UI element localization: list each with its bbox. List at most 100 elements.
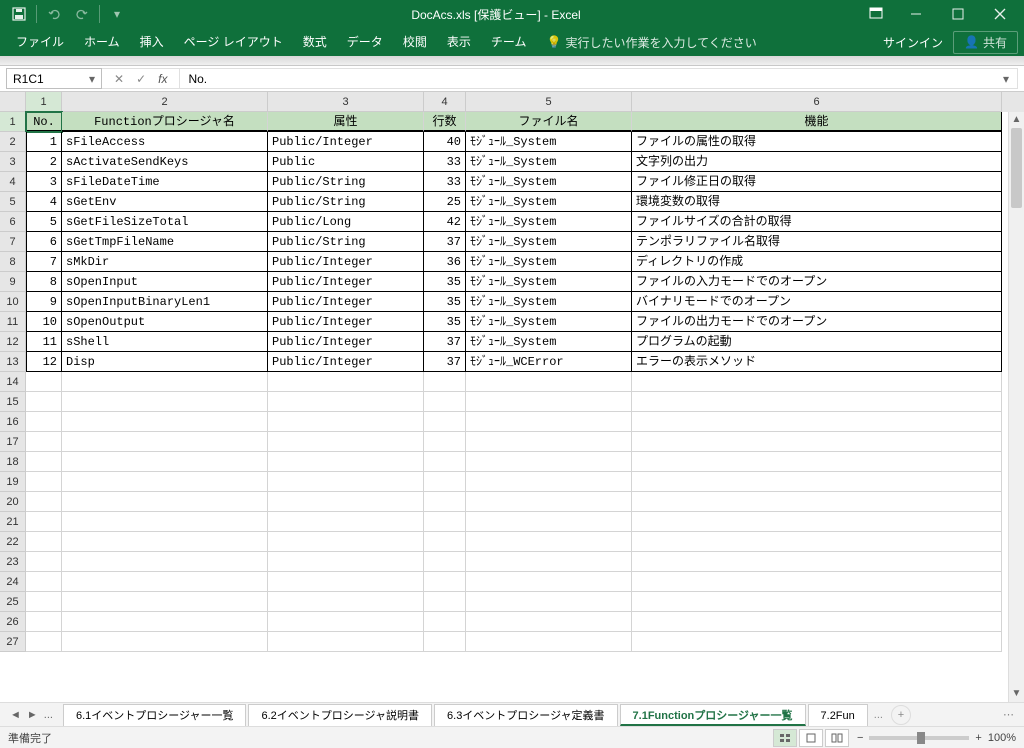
vertical-scrollbar[interactable]: ▲ ▼ (1008, 112, 1024, 702)
minimize-button[interactable] (896, 2, 936, 26)
cell[interactable]: sActivateSendKeys (62, 152, 268, 172)
scroll-up-icon[interactable]: ▲ (1009, 112, 1024, 128)
zoom-level[interactable]: 100% (988, 732, 1016, 744)
row-header[interactable]: 16 (0, 412, 26, 432)
cell[interactable] (62, 612, 268, 632)
col-header-3[interactable]: 3 (268, 92, 424, 112)
cell[interactable]: プログラムの起動 (632, 332, 1002, 352)
cell[interactable]: Public/String (268, 172, 424, 192)
sheet-tab[interactable]: 7.2Fun (808, 704, 868, 726)
cell[interactable]: Public/Integer (268, 132, 424, 152)
cell[interactable]: sShell (62, 332, 268, 352)
cell[interactable] (26, 532, 62, 552)
cell[interactable]: ﾓｼﾞｭｰﾙ_System (466, 292, 632, 312)
cell[interactable]: ファイルサイズの合計の取得 (632, 212, 1002, 232)
cell[interactable] (424, 492, 466, 512)
cell[interactable]: ﾓｼﾞｭｰﾙ_System (466, 332, 632, 352)
cell[interactable] (268, 372, 424, 392)
cell[interactable] (26, 552, 62, 572)
cell[interactable]: ﾓｼﾞｭｰﾙ_System (466, 192, 632, 212)
cell[interactable] (466, 472, 632, 492)
cell[interactable] (424, 392, 466, 412)
tab-options-icon[interactable]: ⋯ (993, 708, 1024, 721)
cell[interactable] (268, 552, 424, 572)
cell[interactable]: 2 (26, 152, 62, 172)
cell[interactable]: ファイルの属性の取得 (632, 132, 1002, 152)
cell[interactable]: 37 (424, 352, 466, 372)
cell[interactable] (466, 532, 632, 552)
cell[interactable] (62, 492, 268, 512)
row-header[interactable]: 4 (0, 172, 26, 192)
cell[interactable] (632, 372, 1002, 392)
cell[interactable]: sOpenInput (62, 272, 268, 292)
row-header[interactable]: 11 (0, 312, 26, 332)
cell[interactable] (268, 612, 424, 632)
cell[interactable] (268, 452, 424, 472)
sheet-tab[interactable]: 6.2イベントプロシージャ説明書 (248, 704, 432, 726)
cell[interactable] (26, 612, 62, 632)
cell-header-func[interactable]: 機能 (632, 112, 1002, 132)
cell[interactable]: バイナリモードでのオープン (632, 292, 1002, 312)
cell[interactable] (466, 412, 632, 432)
col-header-6[interactable]: 6 (632, 92, 1002, 112)
row-header[interactable]: 21 (0, 512, 26, 532)
cell[interactable] (632, 432, 1002, 452)
formula-bar[interactable]: No. ▾ (180, 68, 1018, 89)
cell[interactable]: sFileDateTime (62, 172, 268, 192)
cell[interactable] (62, 632, 268, 652)
cell[interactable]: sGetEnv (62, 192, 268, 212)
row-header[interactable]: 26 (0, 612, 26, 632)
cell[interactable]: 1 (26, 132, 62, 152)
cell[interactable] (62, 392, 268, 412)
cell[interactable]: ﾓｼﾞｭｰﾙ_System (466, 152, 632, 172)
col-header-2[interactable]: 2 (62, 92, 268, 112)
cell[interactable]: Public/Integer (268, 272, 424, 292)
cell[interactable]: 9 (26, 292, 62, 312)
cell[interactable]: 36 (424, 252, 466, 272)
cell[interactable]: 37 (424, 332, 466, 352)
cell[interactable]: sGetFileSizeTotal (62, 212, 268, 232)
redo-icon[interactable] (71, 3, 93, 25)
cell[interactable] (466, 592, 632, 612)
cell[interactable]: 10 (26, 312, 62, 332)
row-header[interactable]: 12 (0, 332, 26, 352)
cell[interactable]: ﾓｼﾞｭｰﾙ_System (466, 172, 632, 192)
row-header[interactable]: 18 (0, 452, 26, 472)
cell[interactable] (424, 612, 466, 632)
sheet-tab[interactable]: 6.3イベントプロシージャ定義書 (434, 704, 618, 726)
cell[interactable] (62, 412, 268, 432)
cell[interactable] (632, 512, 1002, 532)
tab-review[interactable]: 校閲 (393, 28, 437, 56)
tab-formulas[interactable]: 数式 (293, 28, 337, 56)
row-header[interactable]: 17 (0, 432, 26, 452)
cell[interactable]: 環境変数の取得 (632, 192, 1002, 212)
cell[interactable]: 35 (424, 272, 466, 292)
tab-data[interactable]: データ (337, 28, 393, 56)
cell[interactable] (268, 572, 424, 592)
cell[interactable]: Public/Integer (268, 292, 424, 312)
cell-header-file[interactable]: ファイル名 (466, 112, 632, 132)
cell[interactable] (26, 412, 62, 432)
cell[interactable]: 42 (424, 212, 466, 232)
cell[interactable] (26, 592, 62, 612)
cell[interactable] (268, 492, 424, 512)
zoom-in-button[interactable]: + (975, 732, 981, 744)
cell[interactable]: sOpenInputBinaryLen1 (62, 292, 268, 312)
cell[interactable] (632, 532, 1002, 552)
tab-view[interactable]: 表示 (437, 28, 481, 56)
cell[interactable] (268, 512, 424, 532)
cell[interactable] (62, 472, 268, 492)
insert-function-icon[interactable]: fx (158, 72, 167, 86)
cell[interactable] (26, 632, 62, 652)
cell[interactable] (424, 572, 466, 592)
col-header-4[interactable]: 4 (424, 92, 466, 112)
cell[interactable] (26, 512, 62, 532)
cell[interactable]: 33 (424, 172, 466, 192)
cell[interactable] (268, 412, 424, 432)
row-header[interactable]: 9 (0, 272, 26, 292)
tab-insert[interactable]: 挿入 (130, 28, 174, 56)
cell-header-no[interactable]: No. (26, 112, 62, 132)
cell[interactable]: ﾓｼﾞｭｰﾙ_System (466, 132, 632, 152)
save-icon[interactable] (8, 3, 30, 25)
cell[interactable]: ファイルの出力モードでのオープン (632, 312, 1002, 332)
